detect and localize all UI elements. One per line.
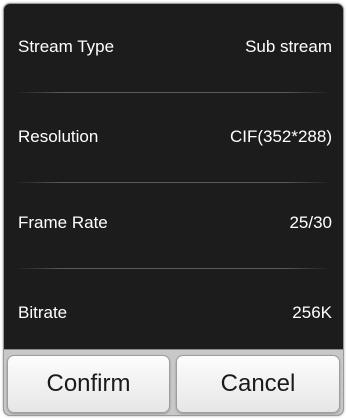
- setting-label: Bitrate: [18, 303, 68, 322]
- confirm-button[interactable]: Confirm: [7, 355, 170, 413]
- dialog-button-bar: Confirm Cancel: [4, 349, 343, 415]
- screen: Stream Type Sub stream Resolution CIF(35…: [0, 0, 347, 419]
- row-divider: [14, 268, 333, 269]
- setting-row-bitrate[interactable]: Bitrate 256K: [4, 270, 343, 356]
- stream-settings-dialog: Stream Type Sub stream Resolution CIF(35…: [4, 4, 343, 415]
- setting-value: 256K: [292, 303, 332, 322]
- setting-label: Resolution: [18, 127, 99, 146]
- row-divider: [14, 92, 333, 93]
- setting-value: 25/30: [289, 213, 332, 232]
- setting-value: Sub stream: [245, 37, 332, 56]
- setting-value: CIF(352*288): [229, 127, 332, 146]
- setting-row-stream-type[interactable]: Stream Type Sub stream: [4, 4, 343, 90]
- setting-label: Stream Type: [18, 37, 115, 56]
- cancel-button[interactable]: Cancel: [176, 355, 340, 413]
- setting-row-frame-rate[interactable]: Frame Rate 25/30: [4, 180, 343, 266]
- setting-row-resolution[interactable]: Resolution CIF(352*288): [4, 94, 343, 180]
- setting-label: Frame Rate: [18, 213, 108, 232]
